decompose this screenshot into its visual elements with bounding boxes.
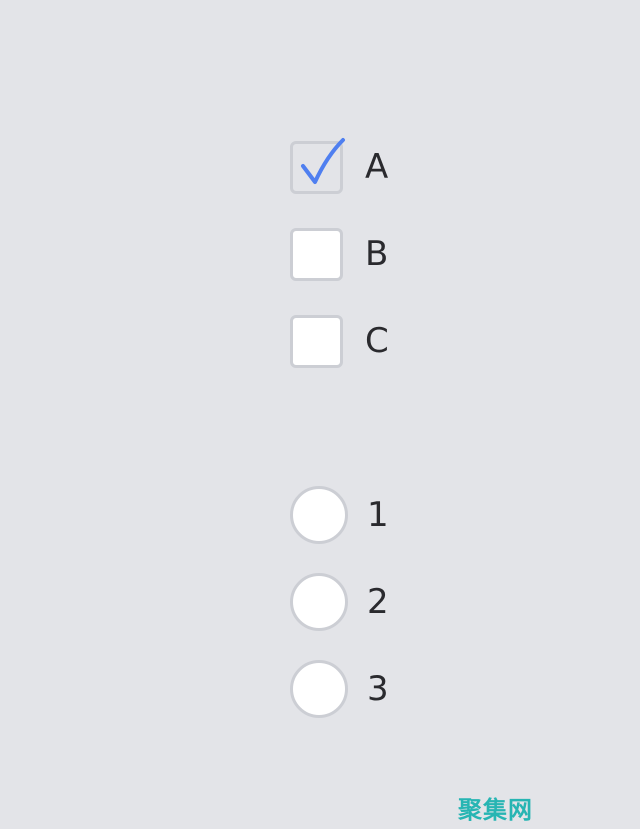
radio-option-2[interactable]: 2 <box>290 573 389 631</box>
checkbox-option-b[interactable]: B <box>290 225 388 283</box>
radio-3[interactable] <box>290 660 348 718</box>
checkbox-label-b: B <box>365 234 389 274</box>
radio-option-1[interactable]: 1 <box>290 486 389 544</box>
checkbox-b[interactable] <box>290 227 343 281</box>
checkbox-option-c[interactable]: C <box>290 312 389 370</box>
radio-2[interactable] <box>290 573 348 631</box>
radio-label-2: 2 <box>367 582 389 622</box>
radio-label-3: 3 <box>367 669 389 709</box>
checkbox-option-a[interactable]: A <box>290 137 389 196</box>
radio-1[interactable] <box>290 486 348 544</box>
checkbox-label-c: C <box>365 321 389 361</box>
checkbox-a[interactable] <box>290 137 345 194</box>
checkbox-c[interactable] <box>290 314 343 368</box>
watermark-logo: 聚集网 <box>458 796 533 824</box>
checkmark-icon <box>301 137 345 184</box>
radio-label-1: 1 <box>367 495 389 535</box>
radio-option-3[interactable]: 3 <box>290 660 389 718</box>
checkbox-label-a: A <box>365 147 389 187</box>
